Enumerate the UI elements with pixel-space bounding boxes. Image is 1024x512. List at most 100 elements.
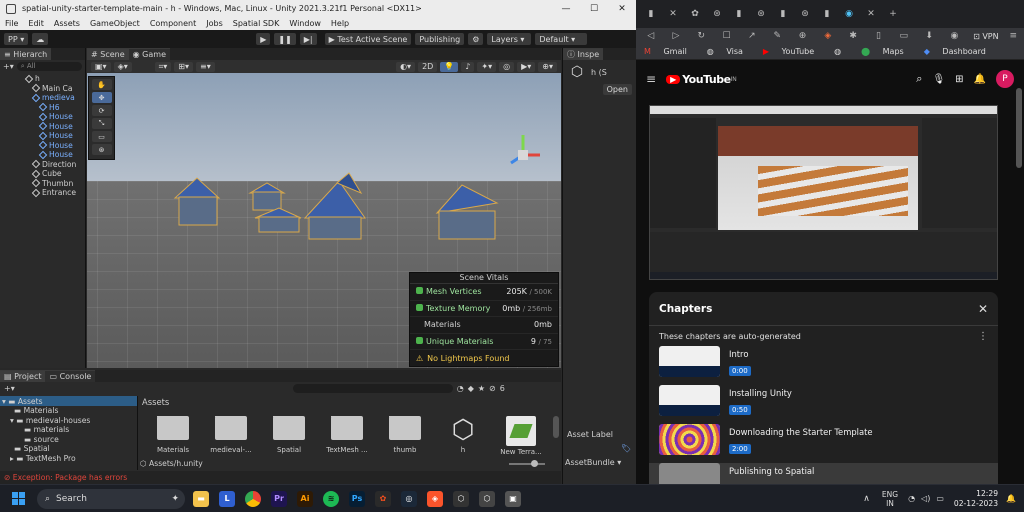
search-icon[interactable]: ⌕ [916,72,922,86]
chapter-item[interactable]: Intro 0:00 [649,346,998,385]
extension-puzzle-icon[interactable]: ✱ [843,26,864,46]
close-button[interactable]: ✕ [608,0,636,17]
figma-icon[interactable]: ✿ [375,490,391,507]
youtube-logo[interactable]: ▶ YouTube IN [666,73,737,86]
unity-hub-icon[interactable]: ⬡ [453,490,469,507]
maximize-button[interactable]: ☐ [580,0,608,17]
hierarchy-item[interactable]: medieva [0,93,85,103]
back-icon[interactable]: ◁ [640,26,661,46]
step-button[interactable]: ▶| [299,33,317,45]
asset-item[interactable]: medieval-... [204,416,258,454]
tree-item[interactable]: ▬ Materials [0,406,137,416]
page-scrollbar[interactable] [1016,88,1022,168]
tab-favicon-icon[interactable]: ◉ [838,4,860,24]
lighting-icon[interactable]: 💡 [440,61,459,72]
menu-icon[interactable]: ≡ [1003,26,1024,46]
menu-spatial-sdk[interactable]: Spatial SDK [233,19,280,28]
menu-assets[interactable]: Assets [54,19,80,28]
rotate-tool-icon[interactable]: ⟳ [91,105,112,116]
tab-scene[interactable]: # Scene [87,48,129,60]
asset-item[interactable]: ⬡ h [436,416,490,454]
bookmark-youtube[interactable]: ▶ YouTube [763,47,824,56]
asset-item[interactable]: TextMesh ... [320,416,374,454]
menu-gameobject[interactable]: GameObject [90,19,140,28]
pivot-icon[interactable]: ◈▾ [113,61,132,72]
extension-icon[interactable]: ✎ [767,26,788,46]
ruler-icon[interactable]: ≡▾ [196,61,215,72]
illustrator-icon[interactable]: Ai [297,490,313,507]
create-icon[interactable]: +▾ [4,384,15,393]
steam-icon[interactable]: ◎ [401,490,417,507]
camera-icon[interactable]: ▶▾ [517,61,536,72]
test-active-scene-button[interactable]: ▶ Test Active Scene [324,33,412,45]
audio-icon[interactable]: ♪ [461,61,475,72]
hierarchy-item[interactable]: Entrance [0,188,85,198]
eye-icon[interactable]: ⊘ [489,384,496,393]
tree-item[interactable]: ▾ ▬ medieval-houses [0,416,137,426]
forward-icon[interactable]: ▷ [665,26,686,46]
tab-close-icon[interactable]: ✕ [860,4,882,24]
premiere-pro-icon[interactable]: Pr [271,490,287,507]
chrome-icon[interactable] [245,490,261,507]
notifications-bell-icon[interactable]: 🔔 [974,74,986,85]
show-hidden-icons-chevron-icon[interactable]: ∧ [863,494,870,504]
tab-favicon-icon[interactable]: ⊛ [750,4,772,24]
hidden-objects-icon[interactable]: ◎ [499,61,515,72]
asset-item[interactable]: Materials [146,416,200,454]
add-icon[interactable]: +▾ [3,62,14,71]
tab-favicon-icon[interactable]: ✿ [684,4,706,24]
asset-item[interactable]: Spatial [262,416,316,454]
filter-type-icon[interactable]: ◔ [457,384,464,393]
video-player[interactable] [649,105,998,280]
windows-start-icon[interactable] [12,492,25,505]
taskbar-search-box[interactable]: ⌕ Search ✦ [37,488,185,509]
download-icon[interactable]: ⬇ [918,26,939,46]
hierarchy-item[interactable]: House [0,122,85,132]
menu-help[interactable]: Help [331,19,349,28]
tab-favicon-icon[interactable]: ⊛ [794,4,816,24]
spotify-icon[interactable]: ≋ [323,490,339,507]
hierarchy-item[interactable]: H6 [0,103,85,113]
hierarchy-item[interactable]: House [0,150,85,160]
profile-icon[interactable]: ◉ [944,26,965,46]
tree-item[interactable]: ▬ Spatial [0,444,137,454]
project-breadcrumb[interactable]: Assets [142,397,169,407]
hand-tool-icon[interactable]: ✋ [91,79,112,90]
bookmark-icon[interactable]: ☐ [716,26,737,46]
tab-favicon-icon[interactable]: ▮ [640,4,662,24]
tab-close-icon[interactable]: ✕ [662,4,684,24]
new-tab-icon[interactable]: + [882,4,904,24]
hierarchy-search-input[interactable]: ⌕ All [16,61,82,71]
battery-icon[interactable]: ▭ [936,494,944,503]
minimize-button[interactable]: — [552,0,580,17]
account-dropdown[interactable]: PP ▾ [4,33,29,45]
tab-project[interactable]: ▤ Project [0,370,46,382]
label-tag-icon[interactable]: 🏷 [621,444,631,453]
bookmark-maps[interactable]: ⬤ Maps [861,47,914,56]
tab-hierarchy[interactable]: ≡ Hierarch [0,48,52,60]
reload-icon[interactable]: ↻ [691,26,712,46]
2d-toggle[interactable]: 2D [418,61,438,72]
microphone-icon[interactable]: 🎙 [932,74,945,85]
move-tool-icon[interactable]: ✥ [91,92,112,103]
transform-tool-icon[interactable]: ⊛ [91,144,112,155]
active-window-icon[interactable]: ▣ [505,490,521,507]
sidebar-icon[interactable]: ▯ [868,26,889,46]
gizmos-icon[interactable]: ⊕▾ [538,61,557,72]
hierarchy-item[interactable]: Cube [0,169,85,179]
bookmark-gmail[interactable]: M Gmail [644,47,697,56]
asset-item[interactable]: thumb [378,416,432,454]
orientation-gizmo[interactable] [510,135,540,165]
publishing-button[interactable]: Publishing [415,33,465,45]
hierarchy-item[interactable]: House [0,131,85,141]
draw-mode-icon[interactable]: ▣▾ [91,61,111,72]
hierarchy-item[interactable]: Thumbn [0,179,85,189]
bookmark-visa[interactable]: ◍ Visa [707,47,753,56]
asset-item[interactable]: New Terra... [494,416,548,456]
more-options-icon[interactable]: ⋮ [978,331,988,342]
language-indicator[interactable]: ENG IN [882,490,898,508]
hierarchy-item[interactable]: House [0,141,85,151]
brave-icon[interactable]: ◈ [427,490,443,507]
chapter-item[interactable]: Downloading the Starter Template 2:00 [649,424,998,463]
tree-item[interactable]: ▸ ▬ TextMesh Pro [0,454,137,464]
